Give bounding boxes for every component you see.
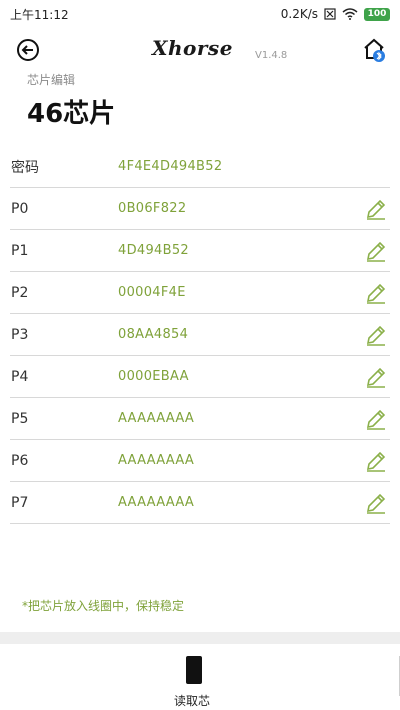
home-bluetooth-button[interactable] xyxy=(362,36,388,64)
back-button[interactable] xyxy=(16,38,40,62)
pencil-icon xyxy=(366,409,386,430)
brand-logo: Xhorse xyxy=(152,36,233,60)
edit-p2-button[interactable] xyxy=(364,281,388,305)
table-row: P0 0B06F822 xyxy=(10,188,390,230)
instruction-hint: *把芯片放入线圈中，保持稳定 xyxy=(22,599,185,613)
app-version: V1.4.8 xyxy=(255,50,288,61)
status-time: 上午11:12 xyxy=(10,7,69,22)
row-label: P4 xyxy=(11,368,29,385)
row-value: AAAAAAAA xyxy=(118,411,195,426)
chip-reader-icon xyxy=(186,656,202,684)
read-chip-label: 读取芯 xyxy=(174,694,211,708)
row-value: 4F4E4D494B52 xyxy=(118,159,223,174)
edit-p7-button[interactable] xyxy=(364,491,388,515)
pencil-icon xyxy=(366,367,386,388)
table-row-password: 密码 4F4E4D494B52 xyxy=(10,146,390,188)
row-label: P6 xyxy=(11,452,29,469)
page-title: 46芯片 xyxy=(27,99,116,129)
read-chip-button[interactable]: 读取芯 xyxy=(168,652,232,708)
pencil-icon xyxy=(366,199,386,220)
sim-off-icon xyxy=(324,8,336,20)
table-row: P3 08AA4854 xyxy=(10,314,390,356)
edit-p5-button[interactable] xyxy=(364,407,388,431)
row-value: 4D494B52 xyxy=(118,243,189,258)
chip-data-table: 密码 4F4E4D494B52 P0 0B06F822 P1 4D494B52 … xyxy=(10,146,390,524)
pencil-icon xyxy=(366,283,386,304)
row-label: P1 xyxy=(11,242,29,259)
row-label: P2 xyxy=(11,284,29,301)
pencil-icon xyxy=(366,325,386,346)
battery-indicator: 100 xyxy=(364,7,390,21)
wifi-icon xyxy=(342,8,358,20)
app-header: Xhorse V1.4.8 xyxy=(0,30,400,70)
row-label: P3 xyxy=(11,326,29,343)
edit-p4-button[interactable] xyxy=(364,365,388,389)
table-row: P2 00004F4E xyxy=(10,272,390,314)
status-indicators: 0.2K/s 100 xyxy=(281,7,390,21)
table-row: P7 AAAAAAAA xyxy=(10,482,390,524)
row-value: AAAAAAAA xyxy=(118,453,195,468)
row-label: P7 xyxy=(11,494,29,511)
row-label: P5 xyxy=(11,410,29,427)
table-row: P4 0000EBAA xyxy=(10,356,390,398)
row-value: 00004F4E xyxy=(118,285,186,300)
row-label: P0 xyxy=(11,200,29,217)
row-value: 0000EBAA xyxy=(118,369,189,384)
network-speed: 0.2K/s xyxy=(280,7,318,21)
table-row: P6 AAAAAAAA xyxy=(10,440,390,482)
row-value: 0B06F822 xyxy=(118,201,187,216)
row-value: 08AA4854 xyxy=(118,327,189,342)
bottom-action-bar: 读取芯 xyxy=(0,644,400,710)
edit-p3-button[interactable] xyxy=(364,323,388,347)
table-row: P1 4D494B52 xyxy=(10,230,390,272)
status-bar: 上午11:12 0.2K/s 100 xyxy=(0,0,400,28)
section-divider xyxy=(0,632,400,644)
pencil-icon xyxy=(366,451,386,472)
edit-p6-button[interactable] xyxy=(364,449,388,473)
pencil-icon xyxy=(366,241,386,262)
edit-p1-button[interactable] xyxy=(364,239,388,263)
row-value: AAAAAAAA xyxy=(118,495,195,510)
back-circle-arrow-icon xyxy=(17,39,39,61)
home-bluetooth-icon xyxy=(364,38,385,62)
table-row: P5 AAAAAAAA xyxy=(10,398,390,440)
edit-p0-button[interactable] xyxy=(364,197,388,221)
pencil-icon xyxy=(366,493,386,514)
row-label: 密码 xyxy=(11,159,39,176)
page-subtitle: 芯片编辑 xyxy=(27,73,76,87)
